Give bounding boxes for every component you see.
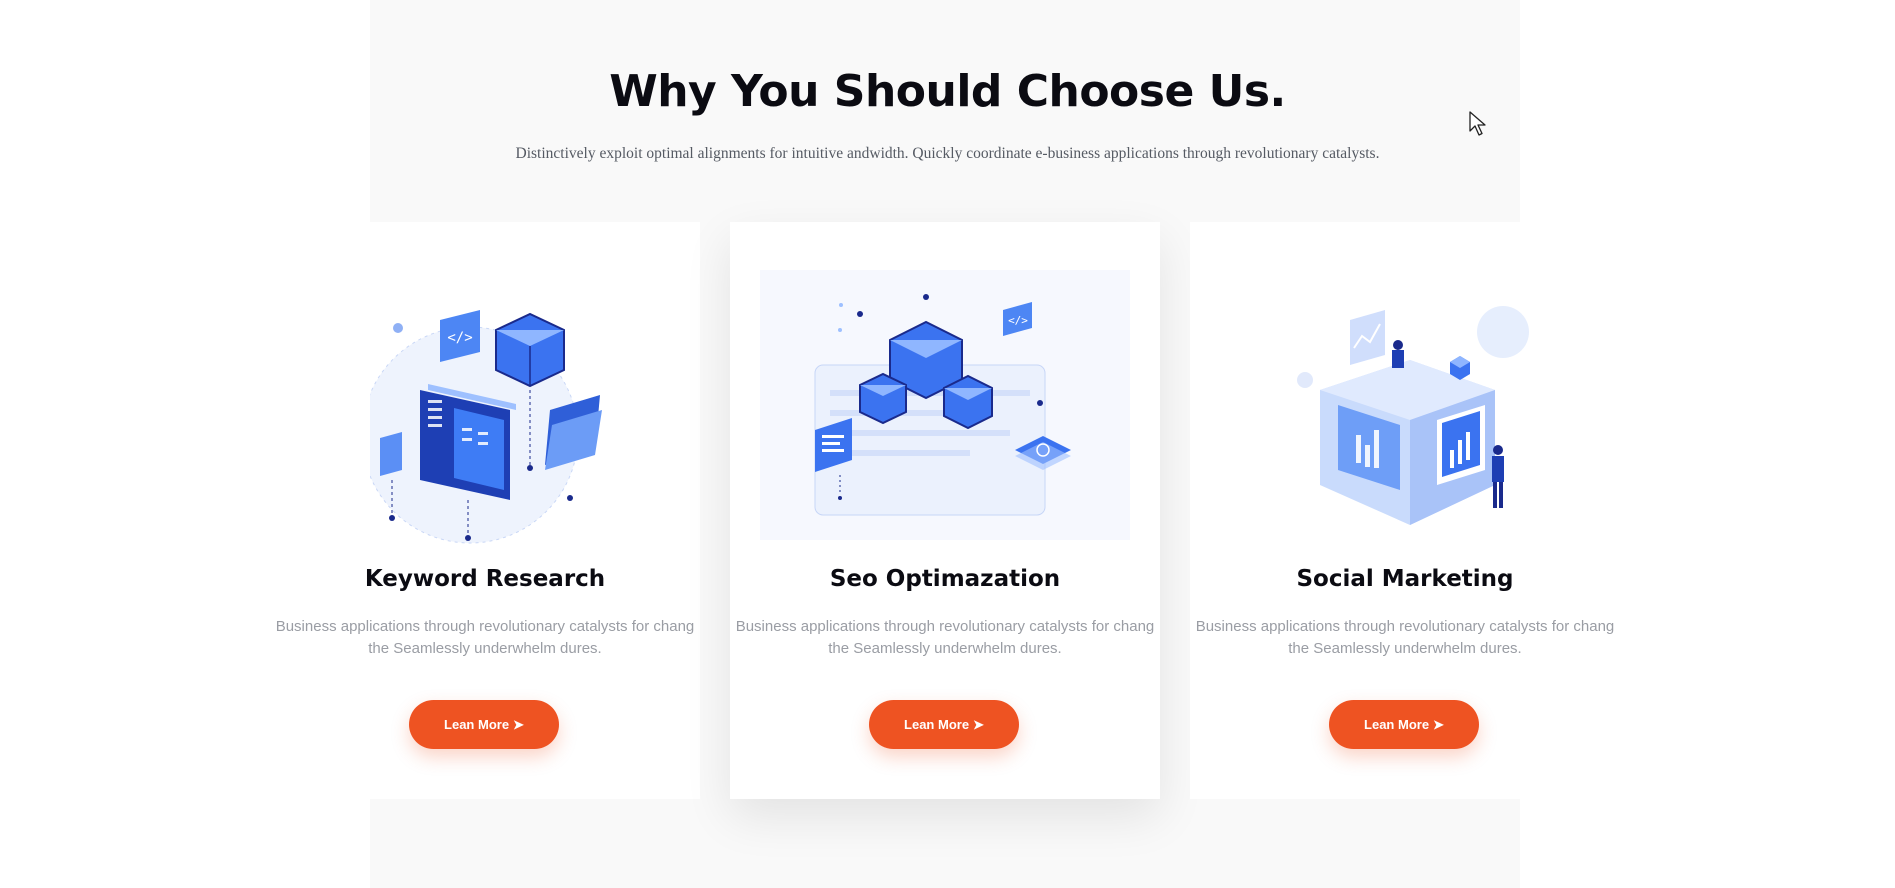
social-marketing-illustration	[1297, 306, 1529, 525]
learn-more-button[interactable]: Lean More ➤	[869, 700, 1019, 749]
svg-text:</>: </>	[1008, 314, 1028, 327]
arrow-right-icon: ➤	[1433, 716, 1444, 732]
section-title: Why You Should Choose Us.	[609, 66, 1286, 117]
card-description: Business applications through revolution…	[1195, 618, 1615, 657]
card-title: Keyword Research	[364, 566, 606, 592]
arrow-right-icon: ➤	[513, 716, 524, 732]
card-description: Business applications through revolution…	[275, 618, 695, 657]
button-label: Lean More	[444, 717, 510, 732]
arrow-right-icon: ➤	[973, 716, 984, 732]
learn-more-button[interactable]: Lean More ➤	[409, 700, 559, 749]
mouse-cursor-icon	[1469, 111, 1486, 136]
keyword-research-illustration: </>	[370, 310, 602, 544]
card-title: Social Marketing	[1296, 566, 1514, 592]
section-subtitle: Distinctively exploit optimal alignments…	[515, 145, 1380, 162]
learn-more-button[interactable]: Lean More ➤	[1329, 700, 1479, 749]
card-title: Seo Optimazation	[829, 566, 1061, 592]
button-label: Lean More	[1364, 717, 1430, 732]
svg-text:</>: </>	[447, 330, 472, 346]
card-description: Business applications through revolution…	[735, 618, 1155, 657]
seo-optimization-illustration: </>	[760, 270, 1130, 540]
button-label: Lean More	[904, 717, 970, 732]
